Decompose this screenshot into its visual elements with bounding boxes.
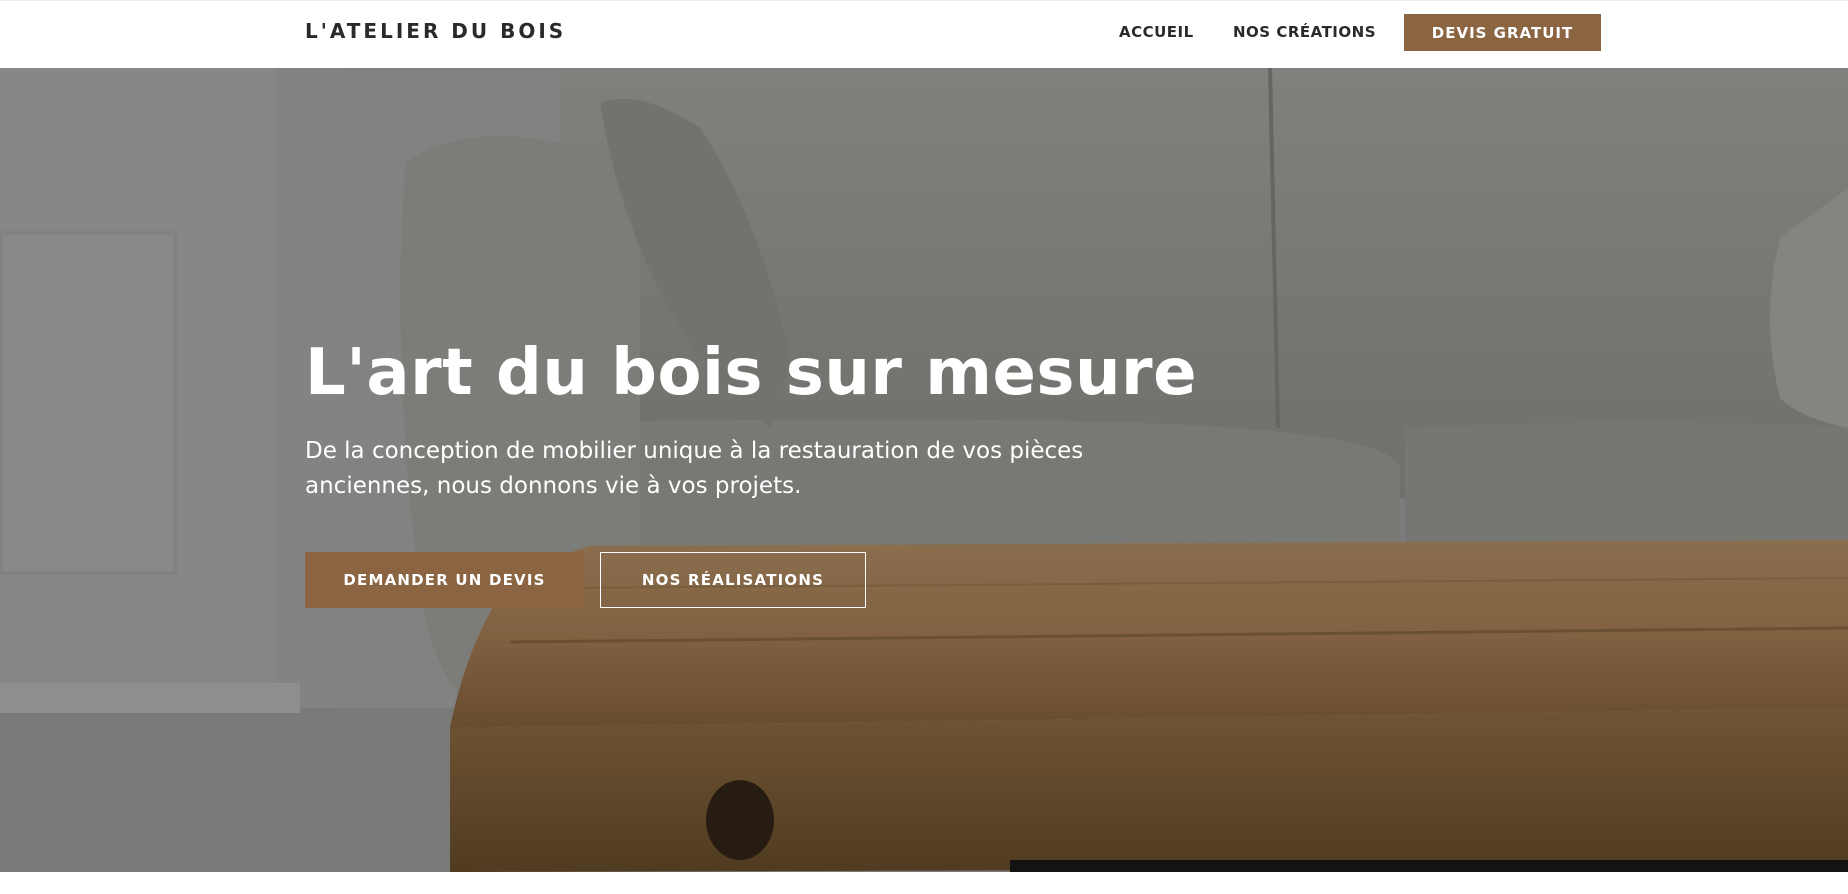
site-header: L'ATELIER DU BOIS ACCUEIL NOS CRÉATIONS … <box>0 0 1848 68</box>
hero-title: L'art du bois sur mesure <box>305 336 1197 410</box>
hero-section: L'art du bois sur mesure De la conceptio… <box>0 68 1848 872</box>
hero-content: L'art du bois sur mesure De la conceptio… <box>305 68 1205 872</box>
our-work-button[interactable]: NOS RÉALISATIONS <box>600 552 866 608</box>
nav-link-creations[interactable]: NOS CRÉATIONS <box>1233 23 1376 41</box>
hero-subtitle: De la conception de mobilier unique à la… <box>305 438 1084 499</box>
request-quote-button[interactable]: DEMANDER UN DEVIS <box>305 552 584 608</box>
free-quote-button[interactable]: DEVIS GRATUIT <box>1404 14 1601 51</box>
nav-link-home[interactable]: ACCUEIL <box>1119 23 1194 41</box>
site-logo[interactable]: L'ATELIER DU BOIS <box>305 19 566 43</box>
